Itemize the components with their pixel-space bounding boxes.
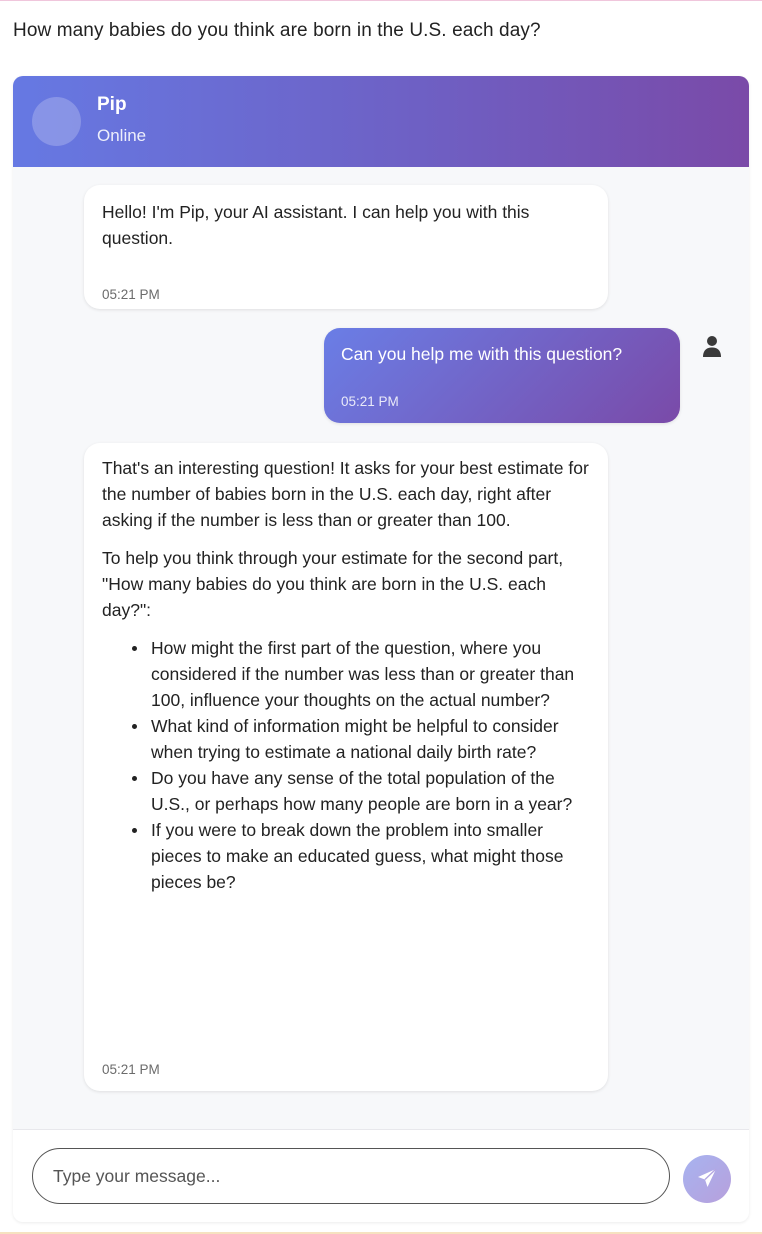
message-input[interactable] (32, 1148, 670, 1204)
chat-header: Pip Online (13, 76, 749, 167)
message-composer (13, 1129, 749, 1222)
user-message: Can you help me with this question? 05:2… (324, 328, 680, 423)
send-button[interactable] (683, 1155, 731, 1203)
page: How many babies do you think are born in… (0, 0, 762, 1234)
paper-plane-icon (695, 1166, 719, 1193)
list-item: What kind of information might be helpfu… (132, 713, 590, 765)
message-bullet-list: How might the first part of the question… (132, 635, 590, 895)
user-icon (701, 335, 723, 359)
list-item: Do you have any sense of the total popul… (132, 765, 590, 817)
question-text: How many babies do you think are born in… (13, 20, 541, 41)
list-item: If you were to break down the problem in… (132, 817, 590, 895)
message-paragraph: That's an interesting question! It asks … (102, 458, 589, 530)
message-time: 05:21 PM (102, 1062, 160, 1077)
bot-avatar (32, 97, 81, 146)
bot-message: That's an interesting question! It asks … (84, 443, 608, 1091)
list-item: How might the first part of the question… (132, 635, 590, 713)
message-time: 05:21 PM (102, 287, 160, 302)
message-time: 05:21 PM (341, 394, 399, 409)
bot-status: Online (97, 126, 147, 145)
message-text: Can you help me with this question? (341, 344, 623, 364)
bot-message: Hello! I'm Pip, your AI assistant. I can… (84, 185, 608, 309)
message-paragraph: To help you think through your estimate … (102, 548, 564, 620)
message-text: Hello! I'm Pip, your AI assistant. I can… (102, 202, 530, 248)
chat-window: Pip Online Hello! I'm Pip, your AI assis… (13, 76, 749, 1222)
bot-name: Pip (97, 94, 127, 115)
